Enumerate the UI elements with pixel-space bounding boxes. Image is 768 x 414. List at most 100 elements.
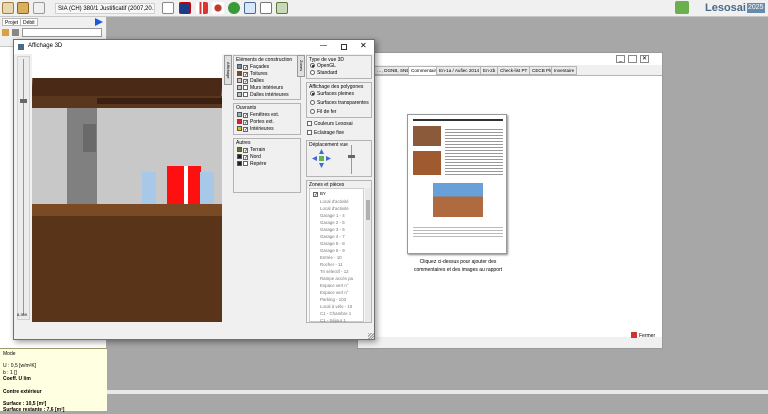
repere-color-swatch[interactable] bbox=[237, 161, 242, 166]
radio-standard[interactable]: Standard bbox=[310, 70, 337, 76]
chk-portes[interactable]: ✓ Portes ext. bbox=[237, 119, 274, 126]
minimize-3d-icon[interactable]: — bbox=[320, 42, 327, 49]
root-checkbox[interactable]: ✓ bbox=[313, 192, 318, 198]
3d-window-titlebar[interactable]: Affichage 3D — ✕ bbox=[14, 40, 374, 54]
tab-checklist[interactable]: Check-list PT bbox=[497, 66, 531, 75]
new-project-icon[interactable] bbox=[2, 2, 14, 14]
landscape-icon[interactable] bbox=[276, 2, 288, 14]
chk-dalles[interactable]: ✓ Dalles bbox=[237, 78, 264, 85]
height-slider-thumb[interactable] bbox=[348, 155, 355, 158]
close-icon[interactable]: ✕ bbox=[640, 55, 649, 63]
zone-root[interactable]: ✓ BY bbox=[313, 190, 326, 198]
kbob-icon[interactable] bbox=[244, 2, 256, 14]
3d-viewport[interactable] bbox=[32, 54, 222, 322]
cut-icon[interactable] bbox=[12, 29, 19, 36]
opengl-radio[interactable] bbox=[310, 63, 315, 68]
zones-tab[interactable]: Zones bbox=[297, 55, 305, 77]
radio-opengl[interactable]: OpenGL bbox=[310, 63, 336, 69]
interieures-checkbox[interactable]: ✓ bbox=[243, 127, 248, 133]
toitures-color-swatch[interactable] bbox=[237, 71, 242, 76]
maximize-icon[interactable] bbox=[628, 55, 637, 63]
portes-checkbox[interactable]: ✓ bbox=[243, 120, 248, 126]
fenetres-checkbox[interactable]: ✓ bbox=[243, 113, 248, 119]
filter-combo[interactable] bbox=[22, 28, 102, 37]
sia-icon[interactable] bbox=[33, 2, 45, 14]
facades-checkbox[interactable]: ✓ bbox=[243, 65, 248, 71]
chk-nord[interactable]: ✓ Nord bbox=[237, 154, 261, 161]
slider-thumb[interactable] bbox=[20, 99, 27, 103]
document-icon[interactable] bbox=[162, 2, 174, 14]
eclairage-checkbox[interactable] bbox=[307, 130, 312, 135]
center-view-icon[interactable] bbox=[319, 156, 324, 161]
toitures-checkbox[interactable]: ✓ bbox=[243, 72, 248, 78]
terrain-checkbox[interactable]: ✓ bbox=[243, 148, 248, 154]
radio-transparentes[interactable]: Surfaces transparentes bbox=[310, 100, 369, 106]
murs-label: Murs intérieurs bbox=[250, 85, 284, 91]
chart-icon[interactable] bbox=[196, 2, 208, 14]
standard-radio[interactable] bbox=[310, 70, 315, 75]
chk-terrain[interactable]: ✓ Terrain bbox=[237, 147, 265, 154]
facades-color-swatch[interactable] bbox=[237, 64, 242, 69]
fil-radio[interactable] bbox=[310, 109, 315, 114]
dalles-int-checkbox[interactable] bbox=[243, 92, 248, 97]
fenetres-color-swatch[interactable] bbox=[237, 112, 242, 117]
chk-dalles-int[interactable]: Dalles intérieures bbox=[237, 92, 289, 98]
pleines-radio[interactable] bbox=[310, 91, 315, 96]
fire-icon[interactable] bbox=[212, 2, 224, 14]
chk-facades[interactable]: ✓ Façades bbox=[237, 64, 269, 71]
portes-color-swatch[interactable] bbox=[237, 119, 242, 124]
arrow-left-icon[interactable] bbox=[312, 156, 317, 161]
table-icon[interactable] bbox=[260, 2, 272, 14]
chk-eclairage[interactable]: Eclairage fixe bbox=[307, 130, 344, 136]
dalles-label: Dalles bbox=[250, 78, 264, 84]
zoom-slider[interactable] bbox=[17, 56, 30, 320]
nord-color-swatch[interactable] bbox=[237, 154, 242, 159]
dalles-int-color-swatch[interactable] bbox=[237, 92, 242, 97]
chk-fenetres[interactable]: ✓ Fenêtres ext. bbox=[237, 112, 279, 119]
nord-checkbox[interactable]: ✓ bbox=[243, 155, 248, 161]
chk-interieures[interactable]: ✓ Intérieures bbox=[237, 126, 274, 133]
recycle-icon[interactable] bbox=[228, 2, 240, 14]
radio-fil[interactable]: Fil de fer bbox=[310, 109, 336, 115]
3d-window-title: Affichage 3D bbox=[28, 43, 63, 49]
arrow-down-icon[interactable] bbox=[319, 163, 324, 168]
project-dropdown[interactable]: SIA (CH) 380/1 Justificatif (2007,20… bbox=[55, 3, 155, 14]
affichage-tab[interactable]: Affichage bbox=[224, 55, 232, 85]
arrow-right-icon[interactable] bbox=[326, 156, 331, 161]
couleurs-checkbox[interactable] bbox=[307, 121, 312, 126]
chk-repere[interactable]: Repère bbox=[237, 161, 266, 167]
chk-couleurs[interactable]: Couleurs Lesosai bbox=[307, 121, 353, 127]
repere-checkbox[interactable] bbox=[243, 161, 248, 166]
dalles-color-swatch[interactable] bbox=[237, 78, 242, 83]
chk-murs[interactable]: Murs intérieurs bbox=[237, 85, 283, 91]
tab-en1a[interactable]: En-1a / Aufiec 2014 bbox=[436, 66, 483, 75]
maximize-3d-icon[interactable] bbox=[341, 44, 347, 50]
interieures-color-swatch[interactable] bbox=[237, 126, 242, 131]
tab-debit[interactable]: Débit bbox=[20, 18, 38, 26]
radio-pleines[interactable]: Surfaces pleines bbox=[310, 91, 354, 97]
slider-track bbox=[23, 59, 24, 315]
zone-item[interactable]: C1 - Séjour 1 bbox=[320, 317, 346, 325]
folder-icon[interactable] bbox=[2, 29, 9, 36]
tab-projet[interactable]: Projet bbox=[2, 18, 22, 26]
expand-arrow-icon[interactable] bbox=[95, 18, 103, 26]
zones-tree[interactable]: ✓ BY Local d'activité Local d'activité Ga… bbox=[309, 188, 364, 325]
close-3d-icon[interactable]: ✕ bbox=[360, 41, 367, 50]
zones-scroll-thumb[interactable] bbox=[366, 200, 370, 220]
transparentes-radio[interactable] bbox=[310, 100, 315, 105]
zones-scrollbar[interactable] bbox=[365, 188, 371, 322]
minimize-icon[interactable]: _ bbox=[616, 55, 625, 63]
murs-color-swatch[interactable] bbox=[237, 85, 242, 90]
terrain-color-swatch[interactable] bbox=[237, 147, 242, 152]
murs-checkbox[interactable] bbox=[243, 85, 248, 90]
arrow-up-icon[interactable] bbox=[319, 149, 324, 154]
tab-en2b[interactable]: En-2b bbox=[480, 66, 499, 75]
report-preview[interactable] bbox=[407, 114, 507, 254]
dalles-checkbox[interactable]: ✓ bbox=[243, 79, 248, 85]
chk-toitures[interactable]: ✓ Toitures bbox=[237, 71, 268, 78]
flag-icon[interactable] bbox=[179, 2, 191, 14]
tab-inventaire[interactable]: Inventaire bbox=[551, 66, 578, 75]
save-icon[interactable] bbox=[17, 2, 29, 14]
resize-grip-icon[interactable] bbox=[368, 333, 374, 339]
fermer-button[interactable]: Fermer bbox=[631, 332, 655, 340]
